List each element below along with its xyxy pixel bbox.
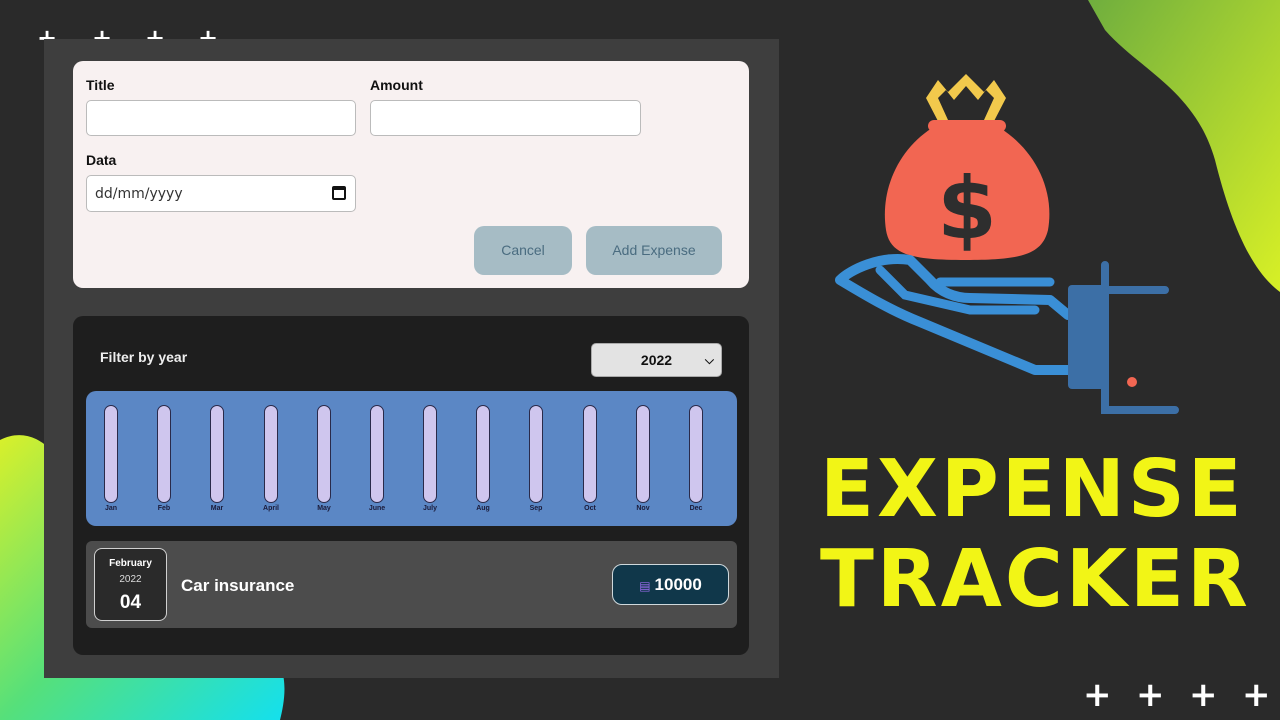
hand-icon bbox=[835, 254, 1075, 375]
chart-bar-label: Aug bbox=[476, 505, 490, 512]
chevron-down-icon: ⌵ bbox=[704, 353, 714, 367]
title-input[interactable] bbox=[86, 100, 356, 136]
plus-decoration: + bbox=[1242, 675, 1271, 715]
chart-bar-track bbox=[157, 405, 171, 503]
amount-input[interactable] bbox=[370, 100, 641, 136]
chart-bar-label: Nov bbox=[636, 505, 650, 512]
date-placeholder: dd/mm/yyyy bbox=[95, 186, 183, 202]
brand-title-line2: TRACKER bbox=[820, 533, 1251, 625]
brand-title-line1: EXPENSE bbox=[820, 443, 1245, 535]
calendar-icon[interactable] bbox=[332, 186, 346, 200]
chart-bar-track bbox=[476, 405, 490, 503]
plus-decoration: + bbox=[1136, 675, 1165, 715]
year-select[interactable]: 2022 ⌵ bbox=[591, 343, 722, 377]
cancel-button[interactable]: Cancel bbox=[474, 226, 572, 275]
add-expense-button[interactable]: Add Expense bbox=[586, 226, 722, 275]
chart-bar-label: Feb bbox=[157, 505, 171, 512]
chart-bar-track bbox=[689, 405, 703, 503]
new-expense-form: Title Amount Data dd/mm/yyyy Cancel Add … bbox=[73, 61, 749, 288]
expense-year: 2022 bbox=[119, 574, 142, 585]
chart-bar-oct: Oct bbox=[575, 405, 605, 520]
chart-bar-track bbox=[423, 405, 437, 503]
chart-bar-feb: Feb bbox=[149, 405, 179, 520]
expenses-list-card: Filter by year 2022 ⌵ Jan Feb Mar April May J… bbox=[73, 316, 749, 655]
chart-bar-label: Dec bbox=[689, 505, 703, 512]
chart-bar-jan: Jan bbox=[96, 405, 126, 520]
chart-bar-dec: Dec bbox=[681, 405, 711, 520]
filter-label: Filter by year bbox=[100, 349, 188, 365]
chart-bar-track bbox=[317, 405, 331, 503]
money-icon: ▤ bbox=[639, 579, 651, 593]
chart-bar-label: July bbox=[422, 505, 437, 512]
chart-bar-label: Oct bbox=[584, 505, 596, 512]
chart-bar-label: June bbox=[368, 505, 386, 512]
money-bag-hand-illustration: $ bbox=[835, 74, 1179, 414]
chart-bar-label: Mar bbox=[210, 505, 224, 512]
chart-bar-track bbox=[583, 405, 597, 503]
chart-bar-mar: Mar bbox=[202, 405, 232, 520]
chart-bar-aug: Aug bbox=[468, 405, 498, 520]
chart-bar-may: May bbox=[309, 405, 339, 520]
date-input[interactable]: dd/mm/yyyy bbox=[86, 175, 356, 212]
title-label: Title bbox=[86, 77, 115, 93]
chart-bar-track bbox=[264, 405, 278, 503]
chart-bar-track bbox=[104, 405, 118, 503]
expense-amount: 10000 bbox=[654, 575, 702, 594]
expenses-chart: Jan Feb Mar April May June July Aug Sep Oct Nov Dec bbox=[86, 391, 737, 526]
chart-bar-track bbox=[636, 405, 650, 503]
chart-bar-label: Sep bbox=[529, 505, 543, 512]
plus-decoration: + bbox=[1083, 675, 1112, 715]
date-label: Data bbox=[86, 152, 117, 168]
expense-item: February 2022 04 Car insurance ▤ 10000 bbox=[86, 541, 737, 628]
selected-year: 2022 bbox=[640, 352, 673, 368]
dollar-icon: $ bbox=[937, 159, 997, 259]
chart-bar-july: July bbox=[415, 405, 445, 520]
expense-amount-badge: ▤ 10000 bbox=[612, 564, 729, 605]
chart-bar-track bbox=[210, 405, 224, 503]
amount-label: Amount bbox=[370, 77, 423, 93]
chart-bar-sep: Sep bbox=[521, 405, 551, 520]
chart-bar-label: May bbox=[317, 505, 331, 512]
chart-bar-track bbox=[529, 405, 543, 503]
chart-bar-april: April bbox=[256, 405, 286, 520]
chart-bar-label: Jan bbox=[104, 505, 118, 512]
expense-title: Car insurance bbox=[181, 576, 295, 595]
chart-bar-label: April bbox=[263, 505, 279, 512]
chart-bar-nov: Nov bbox=[628, 405, 658, 520]
expense-day: 04 bbox=[119, 592, 142, 613]
expense-app-window: Title Amount Data dd/mm/yyyy Cancel Add … bbox=[44, 39, 779, 678]
chart-bar-june: June bbox=[362, 405, 392, 520]
chart-bar-track bbox=[370, 405, 384, 503]
expense-month: February bbox=[109, 558, 152, 569]
plus-decoration: + bbox=[1189, 675, 1218, 715]
expense-date: February 2022 04 bbox=[94, 548, 167, 621]
